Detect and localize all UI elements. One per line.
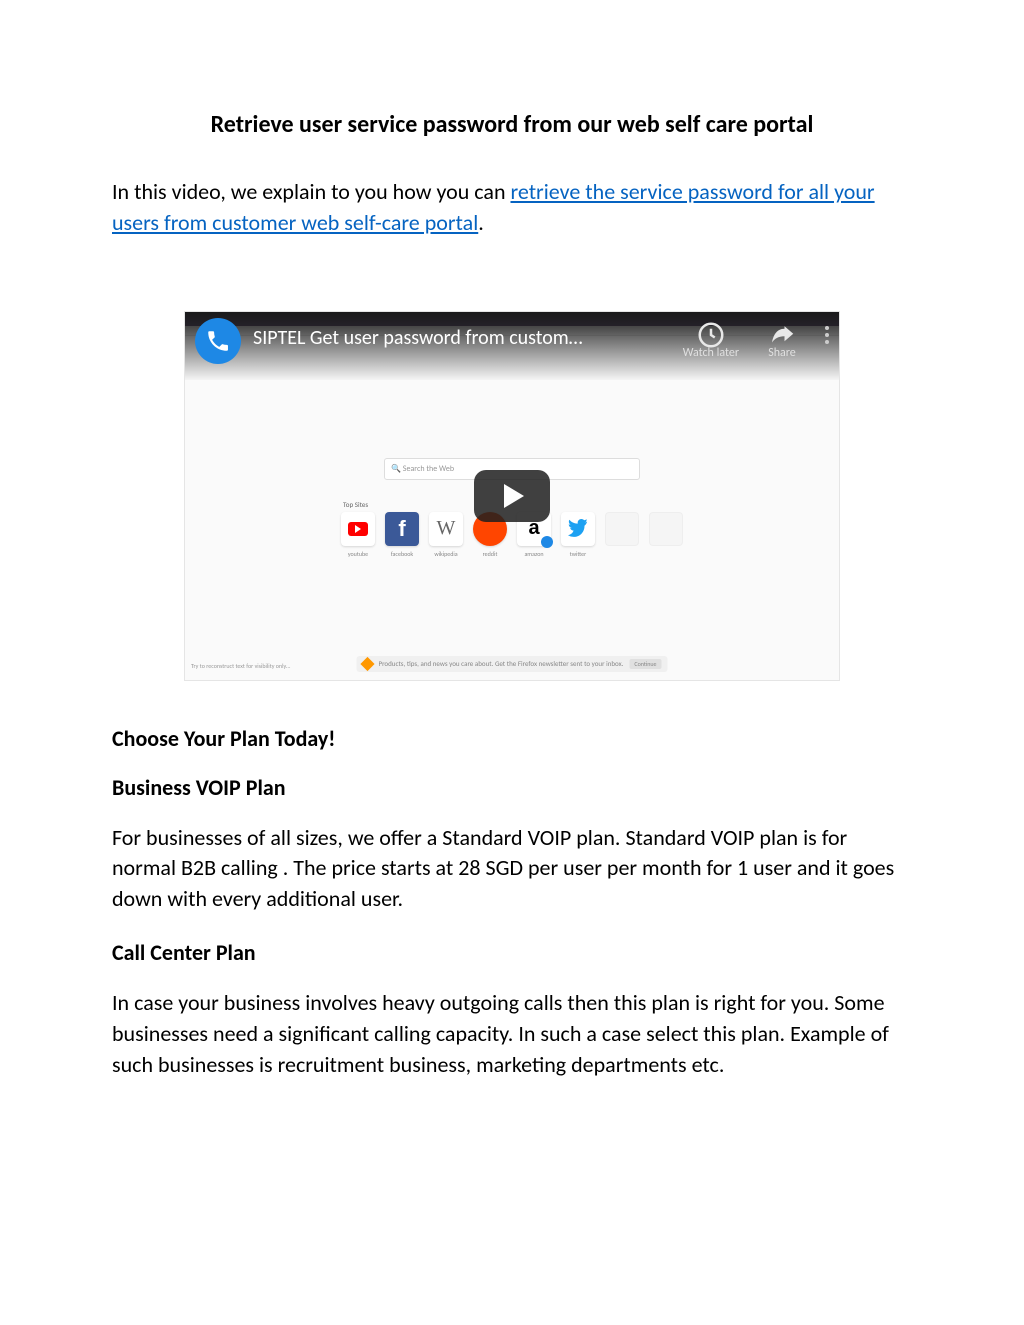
- choose-plan-heading: Choose Your Plan Today!: [112, 725, 912, 752]
- watch-later-button[interactable]: Watch later: [683, 320, 739, 360]
- diamond-icon: [360, 657, 374, 671]
- video-title[interactable]: SIPTEL Get user password from custom…: [253, 318, 671, 350]
- blank-tile: [605, 512, 639, 546]
- blank-tile: [649, 512, 683, 546]
- intro-paragraph: In this video, we explain to you how you…: [112, 177, 912, 239]
- video-thumbnail-body: 🔍 Search the Web Top Sites youtube fface…: [185, 380, 839, 680]
- continue-button: Continue: [629, 659, 661, 669]
- share-button[interactable]: Share: [767, 320, 797, 360]
- business-voip-heading: Business VOIP Plan: [112, 774, 912, 801]
- top-sites-label: Top Sites: [343, 500, 368, 509]
- youtube-icon: [341, 512, 375, 546]
- play-button[interactable]: [474, 470, 550, 522]
- video-embed[interactable]: 🔍 Search the Web Top Sites youtube fface…: [184, 311, 840, 681]
- page-title: Retrieve user service password from our …: [112, 110, 912, 139]
- wikipedia-icon: W: [429, 512, 463, 546]
- intro-trail: .: [478, 209, 484, 236]
- business-voip-paragraph: For businesses of all sizes, we offer a …: [112, 823, 912, 915]
- channel-avatar[interactable]: [195, 318, 241, 364]
- corner-note: Try to reconstruct text for visibility o…: [191, 662, 290, 670]
- facebook-icon: f: [385, 512, 419, 546]
- call-center-heading: Call Center Plan: [112, 939, 912, 966]
- twitter-icon: [561, 512, 595, 546]
- youtube-overlay-top: SIPTEL Get user password from custom… Wa…: [185, 312, 839, 380]
- more-menu-icon[interactable]: [825, 320, 829, 360]
- phone-icon: [205, 328, 231, 354]
- call-center-paragraph: In case your business involves heavy out…: [112, 988, 912, 1080]
- intro-lead: In this video, we explain to you how you…: [112, 178, 510, 205]
- firefox-footer-bar: Products, tips, and news you care about.…: [356, 656, 667, 672]
